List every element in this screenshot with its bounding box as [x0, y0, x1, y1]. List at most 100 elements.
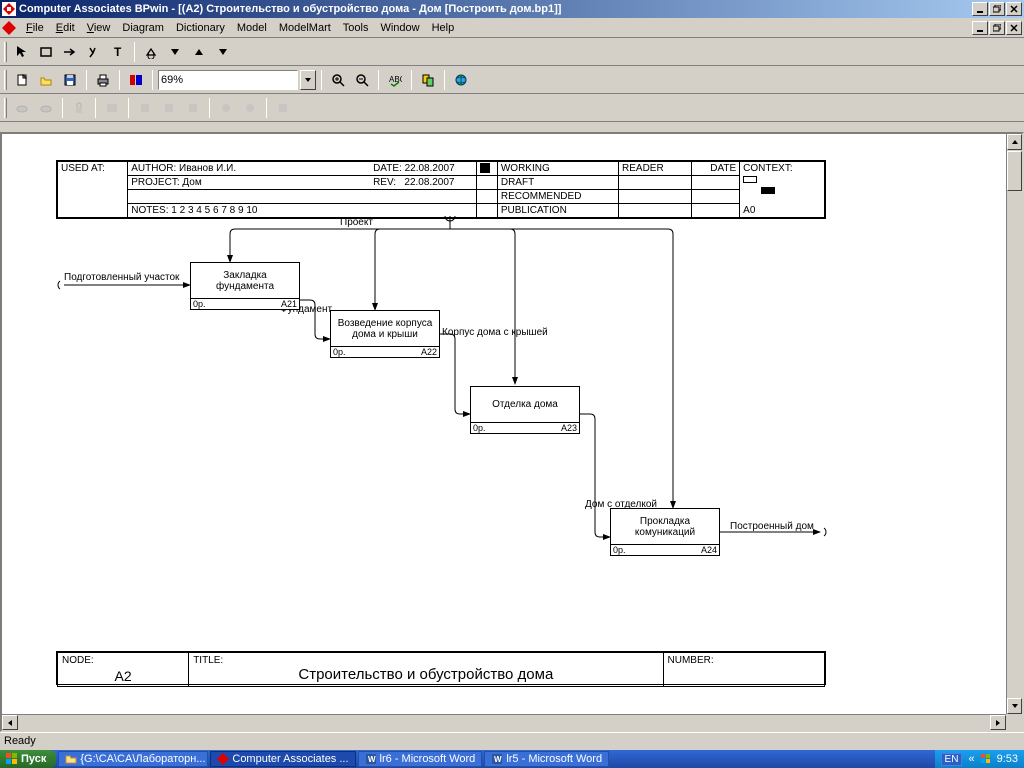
app-icon [2, 2, 16, 16]
taskbar-item-bpwin[interactable]: Computer Associates ... [210, 751, 355, 767]
menu-file[interactable]: File [20, 20, 50, 36]
svg-text:ABC: ABC [389, 75, 402, 84]
start-button[interactable]: Пуск [0, 750, 56, 768]
arrow-tool-icon[interactable] [59, 41, 81, 63]
next-sibling-icon[interactable] [212, 41, 234, 63]
menu-model[interactable]: Model [231, 20, 273, 36]
scroll-thumb[interactable] [1007, 151, 1022, 191]
go-child-icon[interactable] [164, 41, 186, 63]
model-explorer-icon[interactable] [125, 69, 147, 91]
mdi-restore-button[interactable] [989, 21, 1005, 35]
mm-btn2-icon [158, 97, 180, 119]
menu-edit[interactable]: Edit [50, 20, 81, 36]
scroll-up-icon[interactable] [1007, 134, 1022, 150]
windows-logo-icon [6, 753, 18, 765]
activity-box-a23[interactable]: Отделка дома 0р.A23 [470, 386, 580, 434]
activity-box-a22[interactable]: Возведение корпуса дома и крыши 0р.A22 [330, 310, 440, 358]
word-icon: W [491, 753, 503, 765]
arrow-label-input: Подготовленный участок [64, 272, 179, 283]
title-bar: Computer Associates BPwin - [(A2) Строит… [0, 0, 1024, 18]
language-indicator[interactable]: EN [941, 753, 963, 766]
taskbar-item-word1[interactable]: W lr6 - Microsoft Word [358, 751, 483, 767]
print-icon[interactable] [92, 69, 114, 91]
start-label: Пуск [21, 753, 46, 765]
prev-sibling-icon[interactable] [188, 41, 210, 63]
taskbar-item-explorer[interactable]: {G:\CA\CA\Лабораторн... [58, 751, 208, 767]
toolbar-modelmart [0, 94, 1024, 122]
save-icon[interactable] [59, 69, 81, 91]
vertical-scrollbar[interactable] [1006, 134, 1022, 714]
toolbar-standard: ABC [0, 66, 1024, 94]
scroll-corner [1006, 714, 1022, 730]
svg-text:W: W [494, 755, 502, 764]
spellcheck-icon[interactable]: ABC [384, 69, 406, 91]
status-bar: Ready [0, 732, 1024, 750]
activity-box-tool-icon[interactable] [35, 41, 57, 63]
mdi-close-button[interactable] [1006, 21, 1022, 35]
taskbar: Пуск {G:\CA\CA\Лабораторн... Computer As… [0, 750, 1024, 768]
arrow-label-a22out: Корпус дома с крышей [442, 327, 548, 338]
mm-btn5-icon [239, 97, 261, 119]
text-tool-icon[interactable]: T [107, 41, 129, 63]
mdi-icon [2, 21, 16, 35]
mm-btn3-icon [182, 97, 204, 119]
horizontal-scrollbar[interactable] [2, 714, 1006, 730]
status-text: Ready [4, 735, 36, 747]
report-icon[interactable] [417, 69, 439, 91]
menu-modelmart[interactable]: ModelMart [273, 20, 337, 36]
clock[interactable]: 9:53 [997, 753, 1018, 765]
menu-view[interactable]: View [81, 20, 117, 36]
system-tray: EN « 9:53 [935, 750, 1024, 768]
scroll-right-icon[interactable] [990, 715, 1006, 730]
tray-app-icon[interactable] [981, 754, 991, 764]
squiggle-tool-icon[interactable] [83, 41, 105, 63]
mdi-minimize-button[interactable] [972, 21, 988, 35]
toolbar-grip[interactable] [4, 42, 7, 62]
minimize-button[interactable] [972, 2, 988, 16]
idef-footer: NODE:A2 TITLE:Строительство и обустройст… [56, 651, 826, 685]
tray-expand-icon[interactable]: « [968, 753, 974, 765]
menu-tools[interactable]: Tools [337, 20, 375, 36]
arrow-label-project: Проект [340, 217, 373, 228]
arrow-label-output: Построенный дом [730, 521, 814, 532]
new-icon[interactable] [11, 69, 33, 91]
open-icon[interactable] [35, 69, 57, 91]
activity-box-a24[interactable]: Прокладка комуникаций 0р.A24 [610, 508, 720, 556]
diagram-canvas[interactable]: USED AT: AUTHOR: Иванов И.И. DATE: 22.08… [0, 132, 1024, 732]
menu-window[interactable]: Window [374, 20, 425, 36]
go-parent-icon[interactable] [140, 41, 162, 63]
menu-dictionary[interactable]: Dictionary [170, 20, 231, 36]
menu-diagram[interactable]: Diagram [116, 20, 170, 36]
globe-icon[interactable] [450, 69, 472, 91]
toolbar-grip[interactable] [4, 98, 7, 118]
menu-help[interactable]: Help [426, 20, 461, 36]
scroll-down-icon[interactable] [1007, 698, 1022, 714]
activity-box-a21[interactable]: Закладка фундамента 0р.A21 [190, 262, 300, 310]
taskbar-item-word2[interactable]: W lr5 - Microsoft Word [484, 751, 609, 767]
menu-bar: File Edit View Diagram Dictionary Model … [0, 18, 1024, 38]
mm-library-icon [101, 97, 123, 119]
restore-button[interactable] [989, 2, 1005, 16]
folder-icon [65, 753, 77, 765]
word-icon: W [365, 753, 377, 765]
svg-text:T: T [114, 45, 122, 59]
toolbar-draw: T [0, 38, 1024, 66]
zoom-combo[interactable] [158, 70, 298, 90]
zoom-in-icon[interactable] [327, 69, 349, 91]
diagram-page: USED AT: AUTHOR: Иванов И.И. DATE: 22.08… [50, 154, 910, 732]
pointer-tool-icon[interactable] [11, 41, 33, 63]
mm-lock-icon [68, 97, 90, 119]
scroll-left-icon[interactable] [2, 715, 18, 730]
svg-text:W: W [368, 755, 376, 764]
zoom-dropdown-icon[interactable] [300, 70, 316, 90]
mm-open-icon [35, 97, 57, 119]
bpwin-icon [217, 753, 229, 765]
close-button[interactable] [1006, 2, 1022, 16]
zoom-out-icon[interactable] [351, 69, 373, 91]
diagram-arrows [50, 154, 910, 732]
zoom-input[interactable] [161, 74, 295, 86]
mm-btn4-icon [215, 97, 237, 119]
mm-btn6-icon [272, 97, 294, 119]
mm-connect-icon [11, 97, 33, 119]
toolbar-grip[interactable] [4, 70, 7, 90]
